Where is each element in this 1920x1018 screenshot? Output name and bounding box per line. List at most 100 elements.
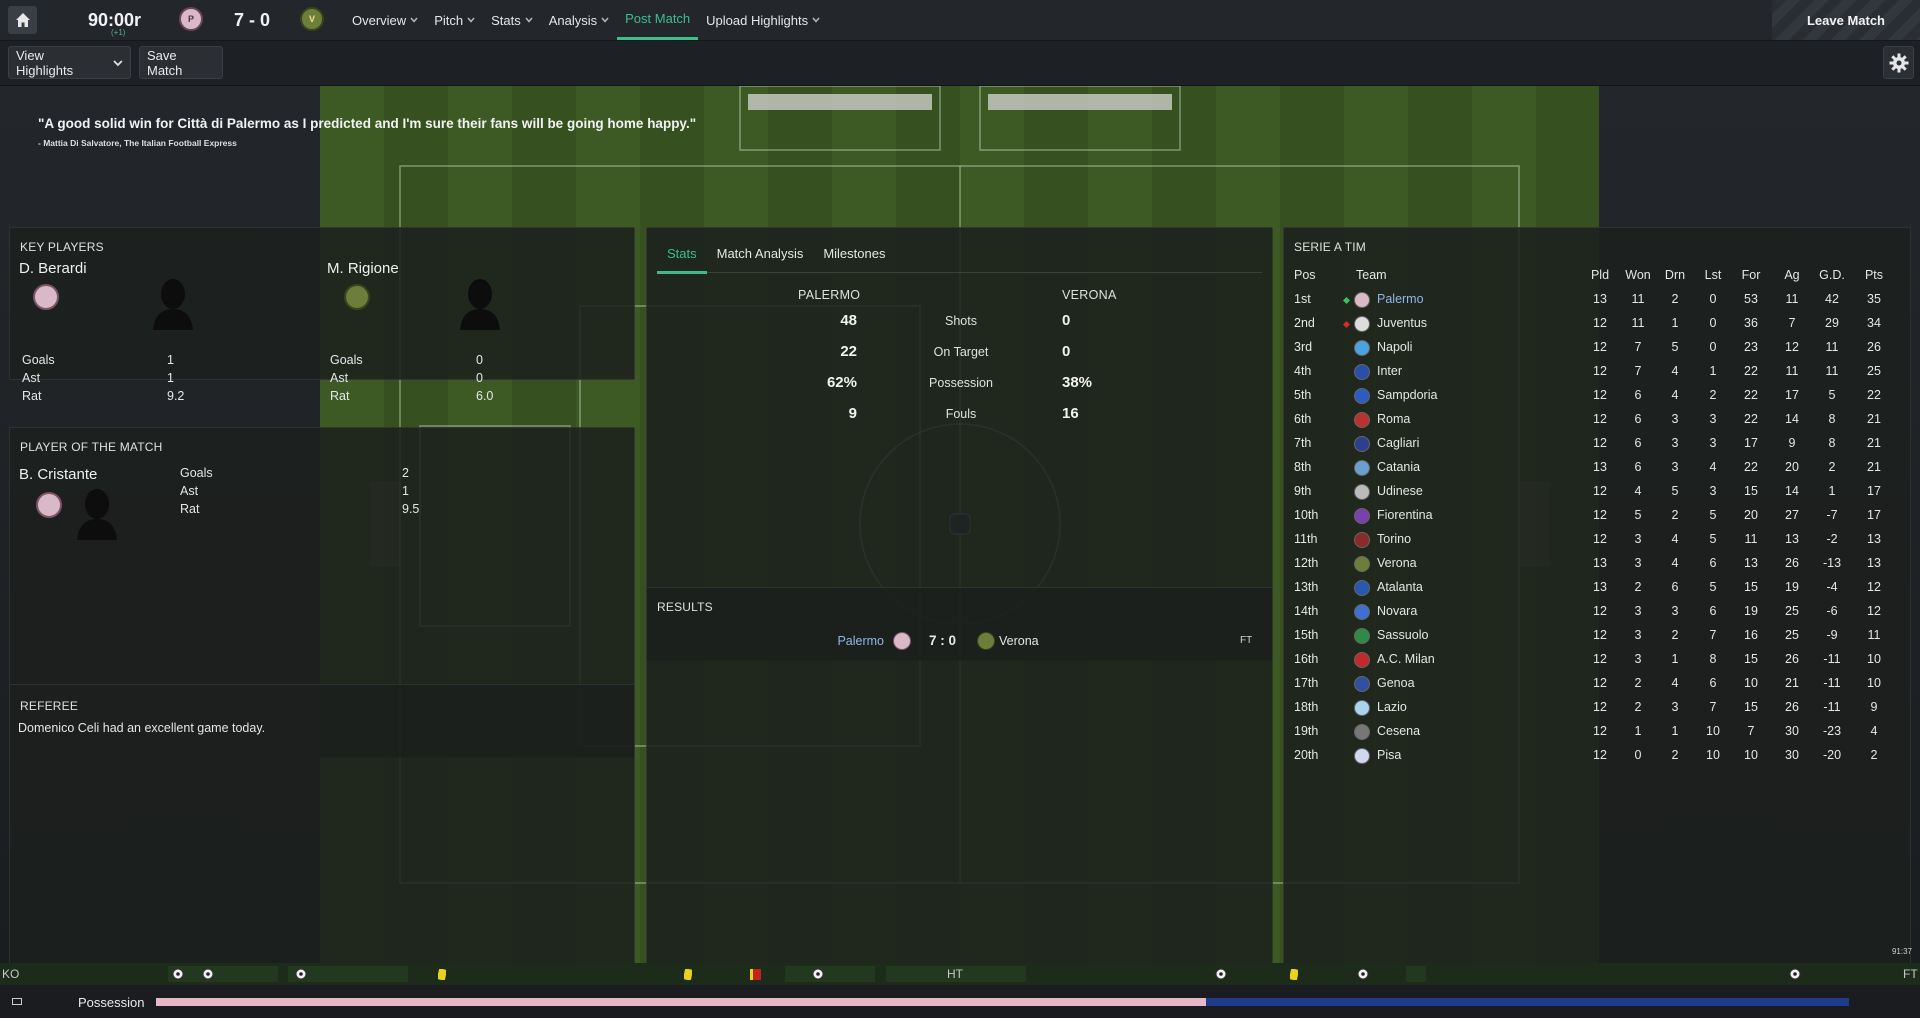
team-name[interactable]: Cesena bbox=[1377, 724, 1420, 738]
table-row[interactable]: 12th Verona 13 3 4 6 13 26 -13 13 bbox=[1284, 552, 1908, 576]
table-row[interactable]: 14th Novara 12 3 3 6 19 25 -6 12 bbox=[1284, 600, 1908, 624]
team-name[interactable]: Catania bbox=[1377, 460, 1420, 474]
table-row[interactable]: 16th A.C. Milan 12 3 1 8 15 26 -11 10 bbox=[1284, 648, 1908, 672]
team-name[interactable]: Novara bbox=[1377, 604, 1417, 618]
table-cell-pld: 12 bbox=[1593, 748, 1607, 762]
team-name[interactable]: Genoa bbox=[1377, 676, 1415, 690]
column-header-ag[interactable]: Ag bbox=[1774, 268, 1810, 282]
table-cell-for: 10 bbox=[1744, 748, 1758, 762]
goal-ball-icon[interactable] bbox=[1357, 968, 1369, 983]
table-row[interactable]: 20th Pisa 12 0 2 10 10 30 -20 2 bbox=[1284, 744, 1908, 768]
leave-match-button[interactable]: Leave Match bbox=[1772, 0, 1920, 40]
team-name[interactable]: Roma bbox=[1377, 412, 1410, 426]
table-cell-for: 22 bbox=[1744, 364, 1758, 378]
table-cell-ag: 25 bbox=[1785, 628, 1799, 642]
yellow-card-icon[interactable] bbox=[436, 968, 448, 983]
result-score: 7 : 0 bbox=[929, 633, 957, 648]
table-row[interactable]: 11th Torino 12 3 4 5 11 13 -2 13 bbox=[1284, 528, 1908, 552]
key-player-name[interactable]: D. Berardi bbox=[19, 260, 87, 277]
tab-match-analysis[interactable]: Match Analysis bbox=[707, 242, 814, 274]
column-header-drn[interactable]: Drn bbox=[1657, 268, 1693, 282]
potm-player-name[interactable]: B. Cristante bbox=[19, 466, 97, 483]
team-name[interactable]: Lazio bbox=[1377, 700, 1407, 714]
team-name[interactable]: Fiorentina bbox=[1377, 508, 1433, 522]
table-row[interactable]: 6th Roma 12 6 3 3 22 14 8 21 bbox=[1284, 408, 1908, 432]
nav-post-match[interactable]: Post Match bbox=[617, 0, 699, 40]
column-header-lst[interactable]: Lst bbox=[1695, 268, 1731, 282]
column-header-pos[interactable]: Pos bbox=[1294, 268, 1316, 282]
column-header-gd[interactable]: G.D. bbox=[1814, 268, 1850, 282]
table-row[interactable]: 9th Udinese 12 4 5 3 15 14 1 17 bbox=[1284, 480, 1908, 504]
red-card-icon[interactable] bbox=[750, 968, 762, 983]
team-name[interactable]: Juventus bbox=[1377, 316, 1427, 330]
table-row[interactable]: 1st Palermo 13 11 2 0 53 11 42 35 bbox=[1284, 288, 1908, 312]
nav-analysis[interactable]: Analysis bbox=[541, 0, 617, 40]
team-name[interactable]: Cagliari bbox=[1377, 436, 1419, 450]
tab-stats[interactable]: Stats bbox=[657, 242, 707, 274]
team-name[interactable]: A.C. Milan bbox=[1377, 652, 1435, 666]
table-position: 16th bbox=[1294, 652, 1319, 666]
match-stage: "A good solid win for Città di Palermo a… bbox=[0, 86, 1920, 963]
yellow-card-icon[interactable] bbox=[682, 968, 694, 983]
table-row[interactable]: 2nd Juventus 12 11 1 0 36 7 29 34 bbox=[1284, 312, 1908, 336]
screen-icon[interactable] bbox=[12, 998, 22, 1006]
goal-ball-icon[interactable] bbox=[1215, 968, 1227, 983]
table-cell-pts: 10 bbox=[1867, 676, 1881, 690]
table-row[interactable]: 17th Genoa 12 2 4 6 10 21 -11 10 bbox=[1284, 672, 1908, 696]
match-timeline[interactable]: KO HT FT bbox=[0, 963, 1920, 985]
nav-pitch[interactable]: Pitch bbox=[426, 0, 483, 40]
table-cell-ag: 11 bbox=[1785, 364, 1799, 378]
team-name[interactable]: Inter bbox=[1377, 364, 1402, 378]
table-row[interactable]: 15th Sassuolo 12 3 2 7 16 25 -9 11 bbox=[1284, 624, 1908, 648]
team-name[interactable]: Atalanta bbox=[1377, 580, 1423, 594]
table-row[interactable]: 3rd Napoli 12 7 5 0 23 12 11 26 bbox=[1284, 336, 1908, 360]
table-cell-won: 6 bbox=[1634, 436, 1642, 450]
team-name[interactable]: Napoli bbox=[1377, 340, 1412, 354]
team-name[interactable]: Torino bbox=[1377, 532, 1411, 546]
team-name[interactable]: Sampdoria bbox=[1377, 388, 1437, 402]
result-away-team[interactable]: Verona bbox=[999, 634, 1039, 648]
key-player-name[interactable]: M. Rigione bbox=[327, 260, 399, 277]
table-cell-lst: 3 bbox=[1709, 484, 1717, 498]
table-cell-for: 13 bbox=[1744, 556, 1758, 570]
result-home-team[interactable]: Palermo bbox=[837, 634, 884, 648]
column-header-for[interactable]: For bbox=[1733, 268, 1769, 282]
tab-milestones[interactable]: Milestones bbox=[813, 242, 895, 274]
nav-upload-highlights[interactable]: Upload Highlights bbox=[698, 0, 828, 40]
palermo-badge-icon bbox=[893, 632, 911, 650]
save-match-button[interactable]: Save Match bbox=[139, 46, 223, 79]
palermo-badge-icon bbox=[33, 284, 59, 310]
table-cell-pld: 13 bbox=[1593, 460, 1607, 474]
team-name[interactable]: Verona bbox=[1377, 556, 1417, 570]
team-name[interactable]: Pisa bbox=[1377, 748, 1401, 762]
column-header-won[interactable]: Won bbox=[1620, 268, 1656, 282]
table-row[interactable]: 18th Lazio 12 2 3 7 15 26 -11 9 bbox=[1284, 696, 1908, 720]
goal-ball-icon[interactable] bbox=[172, 968, 184, 983]
table-row[interactable]: 7th Cagliari 12 6 3 3 17 9 8 21 bbox=[1284, 432, 1908, 456]
team-name[interactable]: Udinese bbox=[1377, 484, 1423, 498]
nav-overview[interactable]: Overview bbox=[344, 0, 426, 40]
goal-ball-icon[interactable] bbox=[202, 968, 214, 983]
table-row[interactable]: 5th Sampdoria 12 6 4 2 22 17 5 22 bbox=[1284, 384, 1908, 408]
table-row[interactable]: 19th Cesena 12 1 1 10 7 30 -23 4 bbox=[1284, 720, 1908, 744]
goal-ball-icon[interactable] bbox=[1789, 968, 1801, 983]
column-header-team[interactable]: Team bbox=[1356, 268, 1387, 282]
table-cell-ag: 26 bbox=[1785, 700, 1799, 714]
table-row[interactable]: 13th Atalanta 13 2 6 5 15 19 -4 12 bbox=[1284, 576, 1908, 600]
yellow-card-icon[interactable] bbox=[1288, 968, 1300, 983]
team-name[interactable]: Sassuolo bbox=[1377, 628, 1428, 642]
column-header-pld[interactable]: Pld bbox=[1582, 268, 1618, 282]
view-highlights-button[interactable]: View Highlights bbox=[8, 46, 131, 79]
home-button[interactable] bbox=[8, 6, 37, 34]
table-row[interactable]: 8th Catania 13 6 3 4 22 20 2 21 bbox=[1284, 456, 1908, 480]
goal-ball-icon[interactable] bbox=[295, 968, 307, 983]
team-name[interactable]: Palermo bbox=[1377, 292, 1424, 306]
save-match-label: Save Match bbox=[147, 47, 183, 78]
column-header-pts[interactable]: Pts bbox=[1856, 268, 1892, 282]
table-row[interactable]: 10th Fiorentina 12 5 2 5 20 27 -7 17 bbox=[1284, 504, 1908, 528]
settings-button[interactable] bbox=[1883, 46, 1914, 79]
nav-stats[interactable]: Stats bbox=[483, 0, 541, 40]
goal-ball-icon[interactable] bbox=[812, 968, 824, 983]
result-row[interactable]: Palermo 7 : 0 Verona FT bbox=[647, 632, 1274, 656]
table-row[interactable]: 4th Inter 12 7 4 1 22 11 11 25 bbox=[1284, 360, 1908, 384]
